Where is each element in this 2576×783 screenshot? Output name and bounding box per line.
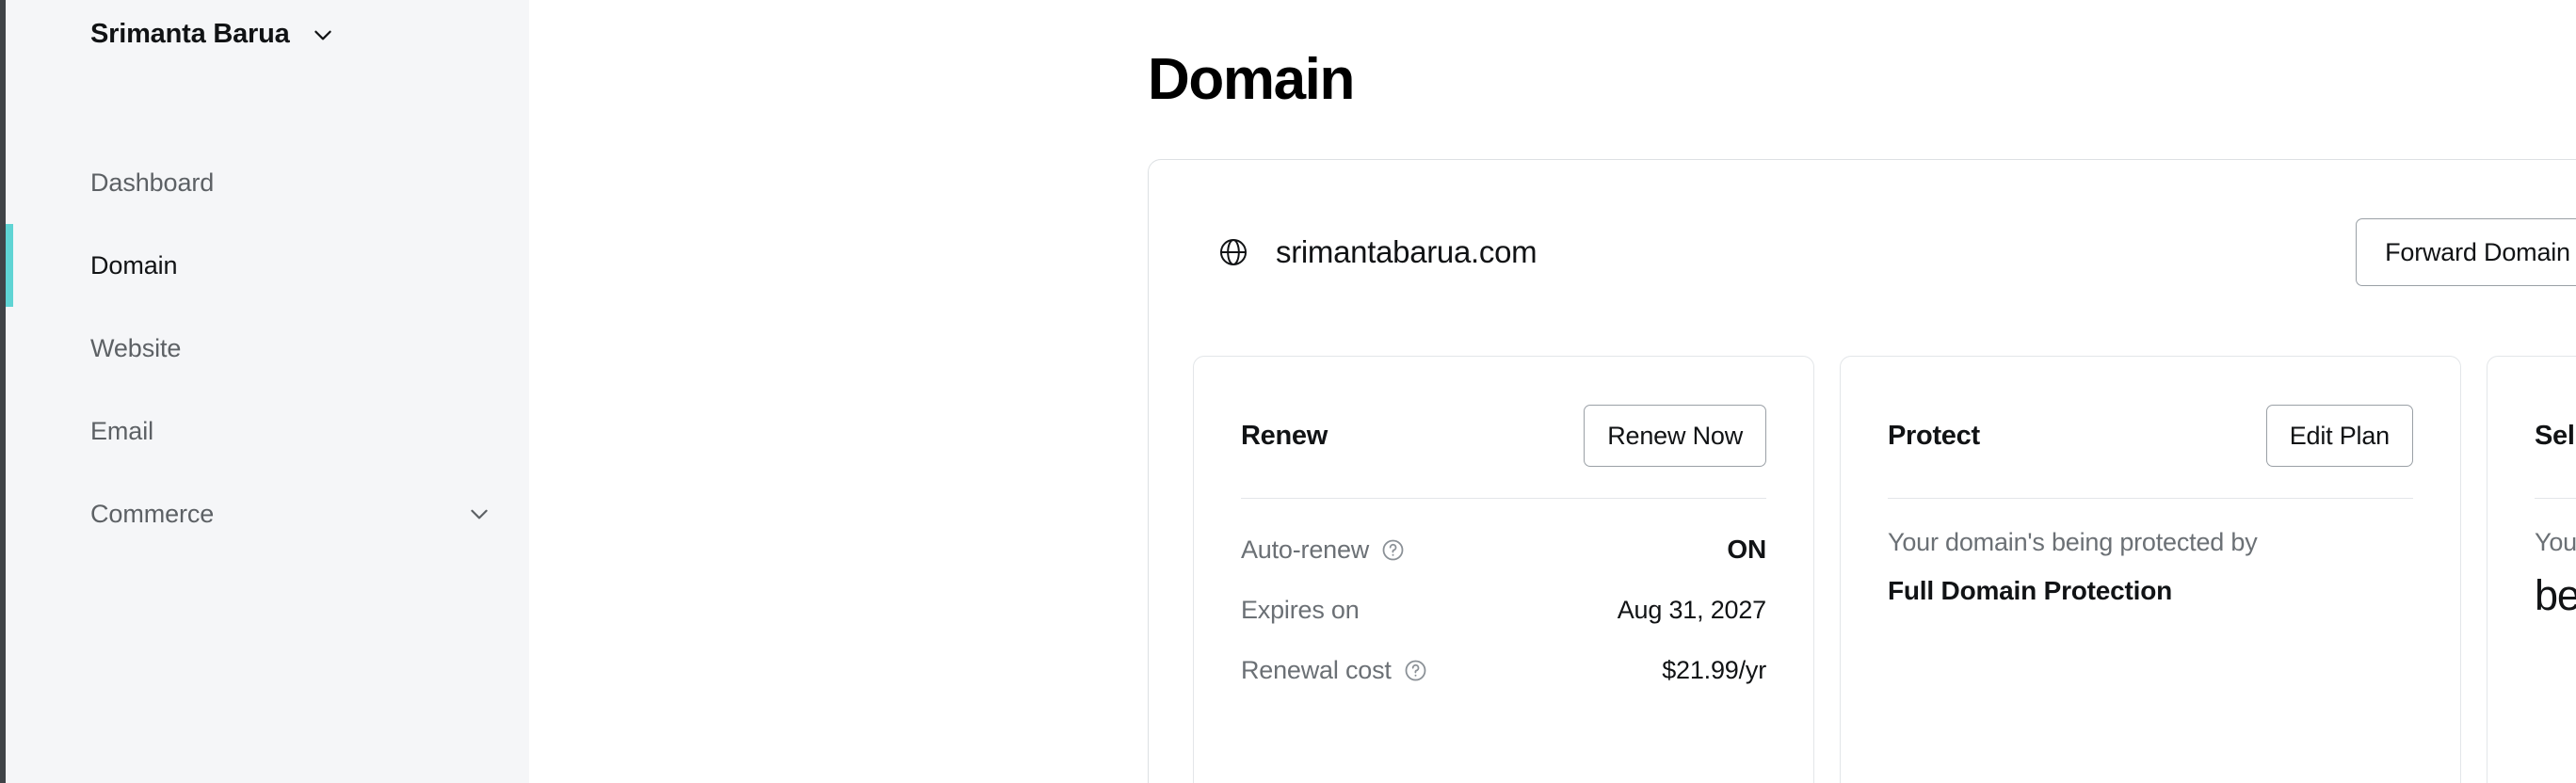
sell-value-line: below $100 (USD)	[2535, 572, 2576, 619]
sell-card-header: Sell List for Sale	[2535, 402, 2576, 470]
sidebar-item-label: Dashboard	[90, 168, 215, 197]
protect-subtitle: Your domain's being protected by	[1888, 528, 2258, 556]
domain-manager-page: Srimanta Barua Dashboard Domain Website …	[0, 0, 2576, 783]
domain-panel: srimantabarua.com Forward Domain Manage …	[1148, 159, 2576, 783]
account-switcher[interactable]: Srimanta Barua	[90, 19, 335, 50]
sidebar-item-label: Email	[90, 416, 154, 445]
edit-plan-button[interactable]: Edit Plan	[2265, 405, 2413, 467]
domain-summary-row: srimantabarua.com Forward Domain Manage …	[1149, 160, 2576, 344]
sidebar-item-website[interactable]: Website	[6, 307, 529, 390]
sell-estimated-value: below $100	[2535, 570, 2576, 619]
divider	[1241, 498, 1766, 499]
domain-actions: Forward Domain Manage DNS Domain Setting…	[2356, 218, 2576, 286]
expires-on-label: Expires on	[1241, 595, 1360, 624]
sidebar-item-label: Commerce	[90, 499, 215, 528]
auto-renew-label-group: Auto-renew	[1241, 535, 1405, 565]
renewal-cost-value: $21.99/yr	[1662, 655, 1766, 684]
renew-card-title: Renew	[1241, 420, 1328, 451]
sidebar-item-commerce[interactable]: Commerce	[6, 472, 529, 555]
expires-on-value: Aug 31, 2027	[1617, 595, 1766, 624]
auto-renew-row: Auto-renew ON	[1241, 519, 1766, 580]
chevron-down-icon	[311, 23, 335, 47]
protect-card-title: Protect	[1888, 420, 1980, 451]
sidebar-nav: Dashboard Domain Website Email Commerce	[6, 141, 529, 555]
protect-card: Protect Edit Plan Your domain's being pr…	[1840, 356, 2461, 783]
renew-card-header: Renew Renew Now	[1241, 402, 1766, 470]
globe-icon	[1217, 236, 1249, 268]
sidebar-item-email[interactable]: Email	[6, 390, 529, 472]
sell-subtitle: Your domain's estimated value is	[2535, 528, 2576, 556]
sell-card: Sell List for Sale Your domain's estimat…	[2487, 356, 2576, 783]
renewal-cost-label-group: Renewal cost	[1241, 656, 1427, 685]
sell-card-title: Sell	[2535, 420, 2576, 451]
protect-plan-name: Full Domain Protection	[1888, 575, 2173, 605]
sidebar: Srimanta Barua Dashboard Domain Website …	[0, 0, 529, 783]
renewal-cost-label: Renewal cost	[1241, 655, 1392, 684]
expires-on-row: Expires on Aug 31, 2027	[1241, 580, 1766, 640]
help-circle-icon[interactable]	[1381, 538, 1405, 562]
divider	[1888, 498, 2413, 499]
active-indicator	[6, 224, 13, 307]
page-title: Domain	[1148, 46, 1355, 112]
sidebar-item-label: Domain	[90, 250, 178, 280]
forward-domain-button[interactable]: Forward Domain	[2356, 218, 2576, 286]
domain-identity: srimantabarua.com	[1217, 234, 1538, 270]
protect-details: Your domain's being protected by Full Do…	[1888, 527, 2413, 606]
expires-on-label-group: Expires on	[1241, 596, 1360, 625]
divider	[2535, 498, 2576, 499]
page-header: Domain View All Domains	[1148, 0, 2576, 159]
protect-card-header: Protect Edit Plan	[1888, 402, 2413, 470]
sidebar-item-domain[interactable]: Domain	[6, 224, 529, 307]
domain-name: srimantabarua.com	[1276, 234, 1538, 269]
renew-details: Auto-renew ON Expires on Aug 31, 2027 Re…	[1241, 519, 1766, 700]
main-content: Domain View All Domains srimantabarua.co…	[529, 0, 2576, 783]
renew-card: Renew Renew Now Auto-renew ON Expires on…	[1193, 356, 1814, 783]
renew-now-button[interactable]: Renew Now	[1584, 405, 1766, 467]
auto-renew-label: Auto-renew	[1241, 535, 1370, 564]
help-circle-icon[interactable]	[1404, 659, 1427, 682]
sell-details: Your domain's estimated value is below $…	[2535, 527, 2576, 618]
auto-renew-value: ON	[1727, 535, 1766, 564]
sidebar-item-dashboard[interactable]: Dashboard	[6, 141, 529, 224]
account-name: Srimanta Barua	[90, 19, 290, 49]
sidebar-item-label: Website	[90, 333, 182, 362]
cards-row: Renew Renew Now Auto-renew ON Expires on…	[1193, 356, 2576, 783]
chevron-down-icon[interactable]	[467, 502, 491, 526]
renewal-cost-row: Renewal cost $21.99/yr	[1241, 640, 1766, 700]
